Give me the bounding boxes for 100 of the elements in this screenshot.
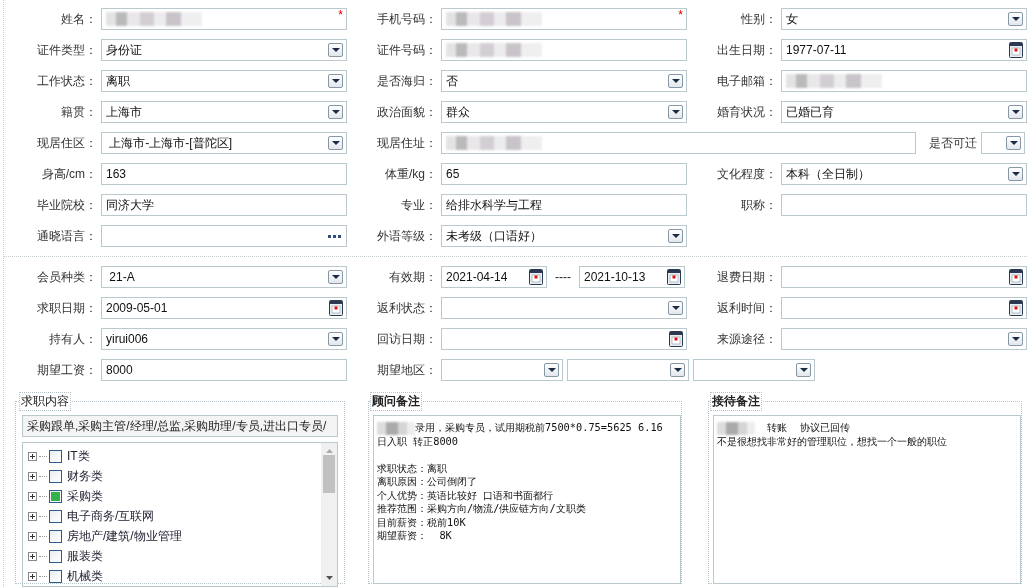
lookup-field[interactable] [101,225,347,247]
dropdown-field[interactable]: 上海市-上海市-[普陀区] [101,132,347,154]
scroll-down-icon[interactable] [325,576,333,580]
dropdown-button[interactable] [668,74,683,88]
dropdown-button[interactable] [796,363,811,377]
field-value: 2021-10-13 [584,270,647,284]
dropdown-button[interactable] [328,43,343,57]
tree-item[interactable]: IT类 [67,447,90,465]
dropdown-field[interactable]: 群众 [441,101,687,123]
dropdown-field[interactable] [441,297,687,319]
text-field[interactable] [781,70,1027,92]
tree-item[interactable]: 服装类 [67,547,103,565]
note-line: 离职原因：公司倒闭了 [377,475,477,487]
dropdown-field[interactable]: 身份证 [101,39,347,61]
tree-item[interactable]: 房地产/建筑/物业管理 [67,527,182,545]
checkbox[interactable] [49,489,62,503]
ellipsis-icon[interactable] [328,234,341,238]
text-field[interactable] [781,194,1027,216]
tree-item[interactable]: 机械类 [67,567,103,585]
dropdown-button[interactable] [1008,105,1023,119]
calendar-icon[interactable] [1009,300,1023,316]
date-field[interactable] [781,266,1027,288]
calendar-icon[interactable] [669,331,683,347]
notes-area[interactable]: 转账 协议已回传 不是很想找非常好的管理职位，想找一个一般的职位 [713,415,1021,584]
caret-icon [671,79,680,83]
tree-item[interactable]: 电子商务/互联网 [67,507,155,525]
calendar-icon[interactable] [667,269,681,285]
expand-icon[interactable] [28,471,37,481]
checkbox[interactable] [49,509,62,523]
date-field[interactable]: 1977-07-11 [781,39,1027,61]
checkbox[interactable] [49,569,62,583]
checkbox[interactable] [49,449,62,463]
text-field[interactable]: 163 [101,163,347,185]
dropdown-button[interactable] [1008,332,1023,346]
date-field[interactable] [781,297,1027,319]
tree-item[interactable]: 财务类 [67,467,103,485]
dropdown-button[interactable] [1006,136,1021,150]
dropdown-button[interactable] [668,105,683,119]
field-value: 群众 [446,103,471,121]
dropdown-button[interactable] [670,363,685,377]
text-field[interactable]: * [101,8,347,30]
field-value: 上海市-上海市-[普陀区] [108,134,233,152]
expand-icon[interactable] [28,531,37,541]
calendar-icon[interactable] [529,269,543,285]
date-field[interactable]: 2009-05-01 [101,297,347,319]
text-field[interactable]: 65 [441,163,687,185]
text-field[interactable]: 给排水科学与工程 [441,194,687,216]
dropdown-field[interactable] [781,328,1027,350]
dropdown-field[interactable] [567,359,689,381]
dropdown-button[interactable] [544,363,559,377]
expand-icon[interactable] [28,551,37,561]
dropdown-button[interactable] [328,74,343,88]
dropdown-field[interactable]: 否 [441,70,687,92]
dropdown-field[interactable]: 上海市 [101,101,347,123]
tree-item[interactable]: 采购类 [67,487,103,505]
dropdown-button[interactable] [328,270,343,284]
calendar-icon[interactable] [329,300,343,316]
date-field[interactable] [441,328,687,350]
dropdown-button[interactable] [1008,167,1023,181]
text-field[interactable] [441,132,916,154]
note-line: 个人优势：英语比较好 口语和书面都行 [377,488,554,501]
dropdown-field[interactable]: 女 [781,8,1027,30]
expand-icon[interactable] [28,571,37,581]
checkbox[interactable] [49,469,62,483]
dropdown-button[interactable] [328,136,343,150]
notes-area[interactable]: 录用，采购专员，试用期税前7500*0.75=5625 6.16 日入职 转正8000 求职状态：离职 离职原因：公司倒闭了 个人优势：英语比较好 口语和书面都行 推荐范围：采购方向/物流/供应链方向/文职类 目前薪资：税前10K 期望薪资： 8K [373,415,681,584]
checkbox[interactable] [49,529,62,543]
caret-icon [331,337,340,341]
calendar-icon[interactable] [1009,269,1023,285]
dropdown-field[interactable]: yirui006 [101,328,347,350]
expand-icon[interactable] [28,491,37,501]
dropdown-button[interactable] [1008,12,1023,26]
expand-icon[interactable] [28,511,37,521]
text-field[interactable]: * [441,8,687,30]
dropdown-button[interactable] [328,332,343,346]
dropdown-button[interactable] [668,229,683,243]
date-field[interactable]: 2021-04-14 [441,266,547,288]
scroll-thumb[interactable] [323,455,335,493]
field-label: 证件类型： [36,41,98,59]
scrollbar[interactable] [321,443,337,586]
expand-icon[interactable] [28,451,37,461]
dropdown-field[interactable] [981,132,1025,154]
dropdown-field[interactable]: 本科（全日制） [781,163,1027,185]
text-field[interactable]: 8000 [101,359,347,381]
dropdown-field[interactable] [441,359,563,381]
dropdown-button[interactable] [328,105,343,119]
dropdown-field[interactable]: 已婚已育 [781,101,1027,123]
field-label: 现居住址： [376,134,438,152]
dropdown-button[interactable] [668,301,683,315]
text-field[interactable]: 同济大学 [101,194,347,216]
dropdown-field[interactable] [693,359,815,381]
dropdown-field[interactable]: 离职 [101,70,347,92]
dropdown-field[interactable]: 未考级（口语好） [441,225,687,247]
calendar-icon[interactable] [1009,42,1023,58]
dropdown-field[interactable]: 21-A [101,266,347,288]
checkbox[interactable] [49,549,62,563]
text-field[interactable] [441,39,687,61]
field-label: 返利时间： [716,299,778,317]
selection-field[interactable]: 采购跟单,采购主管/经理/总监,采购助理/专员,进出口专员/ [22,415,338,437]
date-field[interactable]: 2021-10-13 [579,266,685,288]
